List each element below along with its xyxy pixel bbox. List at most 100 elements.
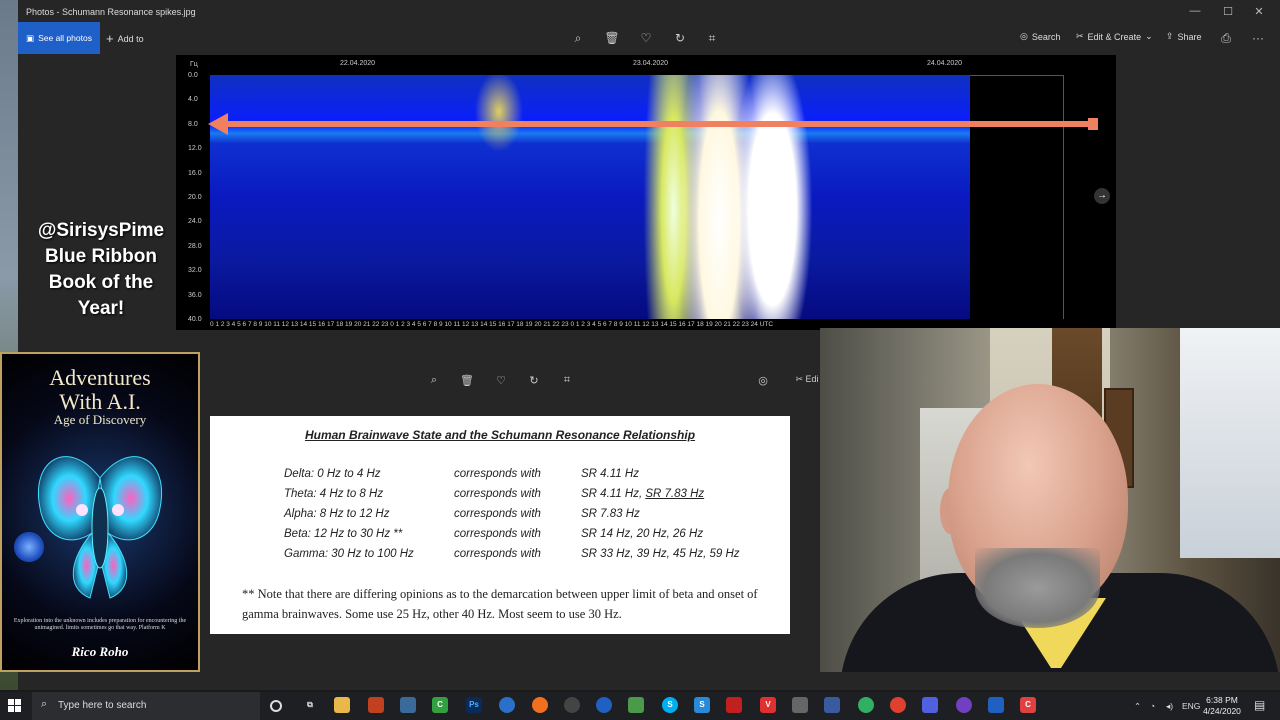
app-icon[interactable] (499, 697, 515, 713)
book-title: Adventures With A.I. (2, 366, 198, 414)
sr-value: SR 4.11 Hz, (581, 488, 646, 500)
overlay-line: Blue Ribbon (45, 246, 157, 267)
overlay-caption: @SirisysPime Blue Ribbon Book of the Yea… (22, 218, 180, 322)
y-tick-label: 12.0 (188, 145, 202, 153)
vivaldi-icon[interactable]: V (760, 697, 776, 713)
date-label: 22.04.2020 (340, 60, 376, 67)
photoshop-icon[interactable]: Ps (466, 697, 482, 713)
app-icon[interactable] (726, 697, 742, 713)
zoom-icon[interactable]: ⌕ (426, 374, 442, 388)
document-title: Human Brainwave State and the Schumann R… (304, 428, 696, 442)
print-icon[interactable]: ⎙ (1218, 30, 1234, 46)
app-icon[interactable] (368, 697, 384, 713)
y-tick-label: 4.0 (188, 96, 198, 104)
book-title-line: With A.I. (59, 389, 141, 414)
chevron-down-icon: ⌄ (1145, 31, 1153, 41)
y-tick-label: 8.0 (188, 120, 198, 128)
photos-app-icon[interactable] (988, 697, 1004, 713)
y-tick-label: 28.0 (188, 242, 202, 250)
delete-icon[interactable]: 🗑 (604, 30, 620, 46)
chevron-up-icon[interactable]: ⌃ (1134, 701, 1141, 712)
fullscreen-icon[interactable]: ◎ (755, 374, 771, 388)
ribbon-badge-icon (14, 532, 44, 562)
overlay-line: Year! (77, 298, 125, 319)
title-bar: Photos - Schumann Resonance spikes.jpg —… (18, 0, 1280, 22)
see-all-photos-button[interactable]: ▣ See all photos (18, 22, 100, 54)
network-icon[interactable]: ◔ (1150, 701, 1155, 711)
app-icon[interactable]: C (1020, 697, 1036, 713)
sr-value-underlined: SR 7.83 Hz (645, 488, 705, 500)
book-blurb: Exploration into the unknown includes pr… (13, 618, 187, 631)
heart-icon[interactable]: ♡ (638, 30, 654, 46)
brainwave-state: Gamma: 30 Hz to 100 Hz (284, 548, 414, 560)
taskbar-search-box[interactable]: ⌕ Type here to search (32, 692, 260, 720)
butterfly-mask-icon (38, 456, 162, 599)
rotate-icon[interactable]: ↻ (526, 374, 542, 388)
rotate-icon[interactable]: ↻ (672, 30, 688, 46)
brainwave-state: Theta: 4 Hz to 8 Hz (284, 488, 384, 500)
taskbar: ⌕ Type here to search ⧉ C Ps S S V C ⌃ ◔… (0, 692, 1280, 720)
maximize-button[interactable]: ☐ (1221, 5, 1235, 18)
photos-icon: ▣ (26, 32, 35, 43)
background-window (1180, 328, 1280, 558)
search-label: Search (1031, 31, 1061, 42)
relation-label: corresponds with (454, 488, 541, 500)
next-photo-button[interactable]: → (1094, 188, 1110, 204)
close-button[interactable]: ✕ (1252, 5, 1266, 18)
sr-value: SR 4.11 Hz (581, 468, 639, 480)
y-tick-label: 24.0 (188, 218, 202, 226)
y-tick-label: 0.0 (188, 72, 198, 79)
photos-toolbar: ▣ See all photos + Add to ⌕ 🗑 ♡ ↻ ⌗ ◎ Se… (18, 22, 1280, 54)
heart-icon[interactable]: ♡ (493, 374, 509, 388)
app-icon[interactable] (400, 697, 416, 713)
edit-create-button[interactable]: ✂ Edit & Create ⌄ (1076, 31, 1153, 42)
y-axis-unit: Гц (190, 61, 198, 68)
document-note: ** Note that there are differing opinion… (242, 587, 758, 621)
chrome-icon[interactable] (890, 697, 906, 713)
skype-icon[interactable]: S (662, 697, 678, 713)
see-all-label: See all photos (38, 33, 92, 43)
window-title: Photos - Schumann Resonance spikes.jpg (26, 7, 196, 17)
cortana-icon[interactable] (270, 700, 282, 712)
share-button[interactable]: ⇪ Share (1166, 31, 1202, 42)
search-button[interactable]: ◎ Search (1020, 31, 1060, 42)
app-icon[interactable] (596, 697, 612, 713)
app-icon[interactable] (824, 697, 840, 713)
relation-label: corresponds with (454, 548, 541, 560)
app-icon[interactable]: C (432, 697, 448, 713)
app-icon[interactable] (564, 697, 580, 713)
viber-icon[interactable] (956, 697, 972, 713)
discord-icon[interactable] (922, 697, 938, 713)
share-label: Share (1177, 31, 1202, 42)
file-explorer-icon[interactable] (334, 697, 350, 713)
book-subtitle: Age of Discovery (53, 412, 147, 427)
clock[interactable]: 6:38 PM 4/24/2020 (1198, 695, 1246, 717)
delete-icon[interactable]: 🗑 (459, 374, 475, 388)
spectrogram-plot (210, 75, 970, 319)
app-icon[interactable]: S (694, 697, 710, 713)
sr-frequencies: SR 14 Hz, 20 Hz, 26 Hz (581, 528, 801, 540)
more-options-button[interactable]: ··· (1250, 30, 1266, 46)
task-view-icon[interactable]: ⧉ (302, 697, 318, 713)
zoom-icon[interactable]: ⌕ (570, 30, 586, 46)
add-to-label: Add to (117, 33, 144, 44)
sr-frequencies: SR 33 Hz, 39 Hz, 45 Hz, 59 Hz (581, 548, 801, 560)
crop-icon[interactable]: ⌗ (704, 30, 720, 46)
y-tick-label: 36.0 (188, 291, 202, 299)
edit-button[interactable]: ✂ Edi (792, 374, 822, 388)
app-icon[interactable] (628, 697, 644, 713)
add-to-button[interactable]: + Add to (106, 31, 144, 46)
minimize-button[interactable]: — (1188, 5, 1202, 17)
brainwave-state: Delta: 0 Hz to 4 Hz (284, 468, 381, 480)
arrow-line (216, 121, 1094, 127)
calculator-icon[interactable] (792, 697, 808, 713)
crop-icon[interactable]: ⌗ (559, 374, 575, 388)
sr-value: SR 7.83 Hz (581, 508, 640, 520)
edge-icon[interactable] (858, 697, 874, 713)
search-placeholder: Type here to search (58, 700, 147, 711)
firefox-icon[interactable] (532, 697, 548, 713)
windows-start-icon[interactable] (8, 699, 22, 713)
book-title-line: Adventures (49, 365, 151, 390)
volume-icon[interactable]: ◂) (1166, 701, 1173, 712)
notifications-icon[interactable]: ▤ (1254, 698, 1265, 712)
